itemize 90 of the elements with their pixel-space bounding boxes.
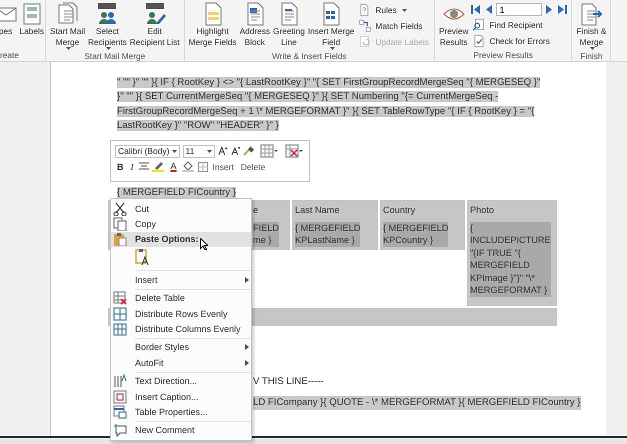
menu-item[interactable]: Border Styles [111,340,251,356]
table-cell: { MERGEFIELD KPCountry } [383,222,448,247]
delete-table-icon [114,292,127,306]
ribbon-button[interactable]: Preview Results [438,2,470,49]
distribute-rows-icon [114,307,126,320]
italic-button[interactable]: I [128,162,136,172]
table-cell: FIELD me } [253,222,280,247]
caret-icon [207,150,212,152]
group-label: reate [0,49,20,61]
font-color-button[interactable]: A [168,162,179,171]
menu-item[interactable]: Distribute Rows Evenly [111,306,251,322]
column-header: e [253,204,258,217]
group-label: Start Mail Merge [83,50,146,62]
update-labels-icon [358,35,372,49]
column-header: Last Name [295,204,340,217]
ribbon-button[interactable]: Check for Errors [470,34,568,48]
ribbon-button[interactable]: Address Block [238,2,272,50]
ribbon-button[interactable]: Highlight Merge Fields [188,2,238,50]
table-cell: { MERGEFIELD KPLastName } [295,222,360,247]
menu-item[interactable]: AutoFit [111,355,251,371]
group-label: Finish [579,50,604,62]
menu-item[interactable]: New Comment [111,422,251,438]
menu-item[interactable]: Copy [111,216,251,232]
ribbon-button[interactable]: Greeting Line [272,2,306,50]
distribute-columns-icon [114,324,126,336]
ribbon-button[interactable]: Select Recipients [87,2,128,50]
submenu-arrow-icon [245,360,249,366]
comment-icon [114,424,126,438]
align-center-icon[interactable] [138,162,148,171]
caret-icon [172,150,176,152]
table-delete-icon[interactable] [282,144,305,158]
column-header: Country [383,204,416,217]
record-field[interactable]: 1 [496,3,542,16]
group-label: Preview Results [472,49,534,61]
field-code-text: " "" }" "" }{ IF { RootKey } <> "{ LastRootKey }" "{ SET FirstGroupRecordMergeSeq "{ MERGESEQ }" }" "" }{ SET CurrentMergeSeq "{ MERGESEQ }" }{ SET Numbering "{= CurrentMergeSeq - FirstGroupRecordMergeSeq + 1 \* MERGEFORMAT }" }{ SET TableRowType "{ IF { RootKey } = "{ LastRootKey }" "ROW" "HEADER" }" } [117,76,542,133]
ribbon-button[interactable]: Start Mail Merge [49,2,86,50]
ribbon-button[interactable]: Match Fields [356,19,431,33]
field-code-text: { MERGEFIELD FICountry } [117,187,236,198]
font-dropdown[interactable]: Calibri (Body) [115,144,180,158]
format-brush-icon [243,146,255,156]
menu-item[interactable]: Table Properties... [111,404,251,420]
caption-icon [114,390,126,404]
delete-button[interactable]: Delete [238,162,268,172]
table-properties-icon [114,405,126,418]
font-size-dropdown[interactable]: 11 [182,144,216,158]
clipboard-icon [114,233,126,246]
ribbon-button[interactable]: Labels [18,2,45,49]
submenu-arrow-icon [245,344,249,350]
ribbon-button[interactable]: Rules [356,3,431,17]
table-insert-icon[interactable] [258,144,280,158]
caret-icon [106,47,111,50]
people-icon [96,2,118,26]
body-text: V THIS LINE----- [253,375,324,390]
caret-icon [330,47,335,50]
copy-icon [114,218,126,232]
caret-icon [590,47,595,50]
shrink-font-icon [230,146,240,156]
submenu-arrow-icon [245,276,249,283]
insert-button[interactable]: Insert [210,162,236,172]
text-direction-icon [114,374,126,388]
mouse-cursor-icon [200,238,208,250]
grow-font-icon [218,146,228,156]
menu-item[interactable]: Insert Caption... [111,388,251,404]
highlighter-icon[interactable] [152,161,166,172]
shading-icon[interactable] [182,161,195,172]
field-code-text: LD FICompany }{ QUOTE - \* MERGEFORMAT }{ MERGEFIELD FICountry } [253,396,581,410]
ribbon-button[interactable]: Finish & Merge [575,2,608,50]
scissors-icon [114,202,126,216]
borders-icon[interactable] [198,162,208,172]
check-document-icon [472,34,486,48]
menu-item[interactable]: Text Direction... [111,374,251,389]
menu-item[interactable]: Insert [111,272,251,288]
table-cell: { INCLUDEPICTURE "{IF TRUE "{ MERGEFIELD KPImage }"}" "\* MERGEFORMAT } [470,222,551,297]
menu-item[interactable]: Distribute Columns Evenly [111,321,251,337]
people-pencil-icon [144,2,166,26]
menu-item[interactable]: Cut [111,201,251,216]
column-header: Photo [470,204,494,217]
group-label: Write & Insert Fields [271,50,348,62]
menu-item[interactable]: Delete Table [111,290,251,306]
ribbon-button[interactable]: Find Recipient [470,18,568,32]
first-record-icon[interactable] [470,4,482,16]
last-record-icon[interactable] [557,4,568,16]
find-icon [472,18,486,32]
menu-item[interactable]: Paste Options: [111,232,251,248]
match-fields-icon [358,19,372,33]
ribbon-button[interactable]: Edit Recipient List [128,2,181,50]
ribbon-button[interactable]: Insert Merge Field [306,2,356,50]
bold-button[interactable]: B [115,162,126,172]
caret-icon [66,47,72,50]
caret-icon [402,8,407,12]
